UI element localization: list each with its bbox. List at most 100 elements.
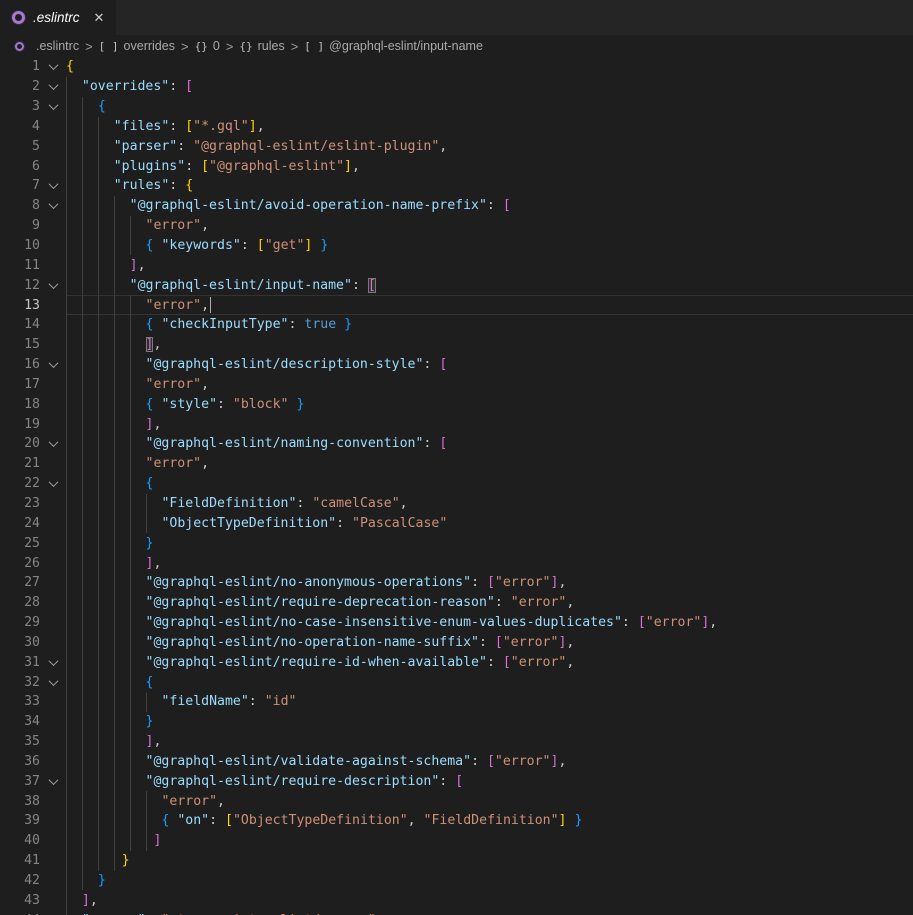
code-line[interactable]: 3 { xyxy=(0,97,913,117)
breadcrumb-label: .eslintrc xyxy=(36,39,79,53)
gutter: 12 xyxy=(0,275,66,295)
code-line[interactable]: 8 "@graphql-eslint/avoid-operation-name-… xyxy=(0,196,913,216)
line-number: 37 xyxy=(0,774,40,789)
code-line[interactable]: 34 } xyxy=(0,712,913,732)
gutter: 10 xyxy=(0,236,66,256)
line-number: 36 xyxy=(0,754,40,769)
fold-chevron-icon[interactable] xyxy=(48,61,58,71)
code-line[interactable]: 19 ], xyxy=(0,414,913,434)
code-editor[interactable]: 1{2 "overrides": [3 {4 "files": ["*.gql"… xyxy=(0,57,913,915)
gutter: 26 xyxy=(0,553,66,573)
code-line[interactable]: 36 "@graphql-eslint/validate-against-sch… xyxy=(0,752,913,772)
fold-chevron-icon[interactable] xyxy=(48,180,58,190)
code-line[interactable]: 22 { xyxy=(0,474,913,494)
code-line[interactable]: 29 "@graphql-eslint/no-case-insensitive-… xyxy=(0,613,913,633)
code-line[interactable]: 15 ], xyxy=(0,335,913,355)
code-line[interactable]: 7 "rules": { xyxy=(0,176,913,196)
breadcrumb-separator-icon: > xyxy=(181,39,189,54)
gutter: 19 xyxy=(0,414,66,434)
code-line[interactable]: 39 { "on": ["ObjectTypeDefinition", "Fie… xyxy=(0,811,913,831)
code-line[interactable]: 12 "@graphql-eslint/input-name": [ xyxy=(0,275,913,295)
line-number: 16 xyxy=(0,357,40,372)
line-number: 20 xyxy=(0,436,40,451)
code-line[interactable]: 33 "fieldName": "id" xyxy=(0,692,913,712)
line-number: 8 xyxy=(0,198,40,213)
line-number: 22 xyxy=(0,476,40,491)
line-number: 40 xyxy=(0,833,40,848)
code-line[interactable]: 11 ], xyxy=(0,255,913,275)
gutter: 3 xyxy=(0,97,66,117)
breadcrumb-item--graphql-eslint-input-name[interactable]: [ ]@graphql-eslint/input-name xyxy=(304,39,483,53)
code-line[interactable]: 6 "plugins": ["@graphql-eslint"], xyxy=(0,156,913,176)
code-line[interactable]: 40 ] xyxy=(0,831,913,851)
line-number: 11 xyxy=(0,258,40,273)
fold-chevron-icon[interactable] xyxy=(48,656,58,666)
tab-eslintrc[interactable]: .eslintrc ✕ xyxy=(0,0,116,35)
code-line[interactable]: 1{ xyxy=(0,57,913,77)
fold-chevron-icon[interactable] xyxy=(48,676,58,686)
code-line[interactable]: 20 "@graphql-eslint/naming-convention": … xyxy=(0,434,913,454)
fold-chevron-icon[interactable] xyxy=(48,199,58,209)
code-line[interactable]: 18 { "style": "block" } xyxy=(0,394,913,414)
code-line[interactable]: 32 { xyxy=(0,672,913,692)
fold-chevron-icon[interactable] xyxy=(48,279,58,289)
breadcrumb-item-0[interactable]: {}0 xyxy=(195,39,220,53)
code-line[interactable]: 28 "@graphql-eslint/require-deprecation-… xyxy=(0,593,913,613)
gutter: 38 xyxy=(0,791,66,811)
breadcrumb-item-rules[interactable]: {}rules xyxy=(239,39,284,53)
breadcrumb-item--eslintrc[interactable]: .eslintrc xyxy=(15,39,79,53)
array-symbol-icon: [ ] xyxy=(99,40,119,53)
code-line[interactable]: 17 "error", xyxy=(0,375,913,395)
code-line[interactable]: 26 ], xyxy=(0,553,913,573)
code-line[interactable]: 43 ], xyxy=(0,890,913,910)
gutter: 21 xyxy=(0,454,66,474)
gutter: 1 xyxy=(0,57,66,77)
line-number: 32 xyxy=(0,675,40,690)
code-line[interactable]: 21 "error", xyxy=(0,454,913,474)
gutter: 42 xyxy=(0,871,66,891)
line-number: 26 xyxy=(0,556,40,571)
code-line[interactable]: 5 "parser": "@graphql-eslint/eslint-plug… xyxy=(0,136,913,156)
code-line[interactable]: 14 { "checkInputType": true } xyxy=(0,315,913,335)
code-line[interactable]: 31 "@graphql-eslint/require-id-when-avai… xyxy=(0,652,913,672)
code-line[interactable]: 27 "@graphql-eslint/no-anonymous-operati… xyxy=(0,573,913,593)
code-line[interactable]: 44 "parser": "@typescript-eslint/parser"… xyxy=(0,910,913,915)
code-line[interactable]: 38 "error", xyxy=(0,791,913,811)
code-line[interactable]: 2 "overrides": [ xyxy=(0,77,913,97)
breadcrumb-label: rules xyxy=(258,39,285,53)
fold-chevron-icon[interactable] xyxy=(48,358,58,368)
gutter: 7 xyxy=(0,176,66,196)
code-line[interactable]: 13 "error", xyxy=(0,295,913,315)
gutter: 27 xyxy=(0,573,66,593)
code-line[interactable]: 25 } xyxy=(0,533,913,553)
code-line[interactable]: 35 ], xyxy=(0,732,913,752)
fold-chevron-icon[interactable] xyxy=(48,438,58,448)
line-number: 19 xyxy=(0,417,40,432)
code-line[interactable]: 30 "@graphql-eslint/no-operation-name-su… xyxy=(0,632,913,652)
gutter: 31 xyxy=(0,652,66,672)
gutter: 37 xyxy=(0,771,66,791)
tab-bar: .eslintrc ✕ xyxy=(0,0,913,35)
object-symbol-icon: {} xyxy=(195,40,208,53)
code-line[interactable]: 9 "error", xyxy=(0,216,913,236)
code-line[interactable]: 24 "ObjectTypeDefinition": "PascalCase" xyxy=(0,513,913,533)
code-line[interactable]: 4 "files": ["*.gql"], xyxy=(0,117,913,137)
code-line[interactable]: 10 { "keywords": ["get"] } xyxy=(0,236,913,256)
line-number: 2 xyxy=(0,79,40,94)
gutter: 24 xyxy=(0,513,66,533)
fold-chevron-icon[interactable] xyxy=(48,100,58,110)
breadcrumb-item-overrides[interactable]: [ ]overrides xyxy=(99,39,175,53)
line-number: 29 xyxy=(0,615,40,630)
fold-chevron-icon[interactable] xyxy=(48,80,58,90)
code-line[interactable]: 16 "@graphql-eslint/description-style": … xyxy=(0,355,913,375)
fold-chevron-icon[interactable] xyxy=(48,775,58,785)
code-line[interactable]: 37 "@graphql-eslint/require-description"… xyxy=(0,771,913,791)
tab-close-icon[interactable]: ✕ xyxy=(94,11,105,24)
code-line[interactable]: 23 "FieldDefinition": "camelCase", xyxy=(0,494,913,514)
eslint-file-icon xyxy=(12,11,25,24)
line-number: 38 xyxy=(0,794,40,809)
fold-chevron-icon[interactable] xyxy=(48,477,58,487)
line-number: 9 xyxy=(0,218,40,233)
code-line[interactable]: 42 } xyxy=(0,871,913,891)
code-line[interactable]: 41 } xyxy=(0,851,913,871)
